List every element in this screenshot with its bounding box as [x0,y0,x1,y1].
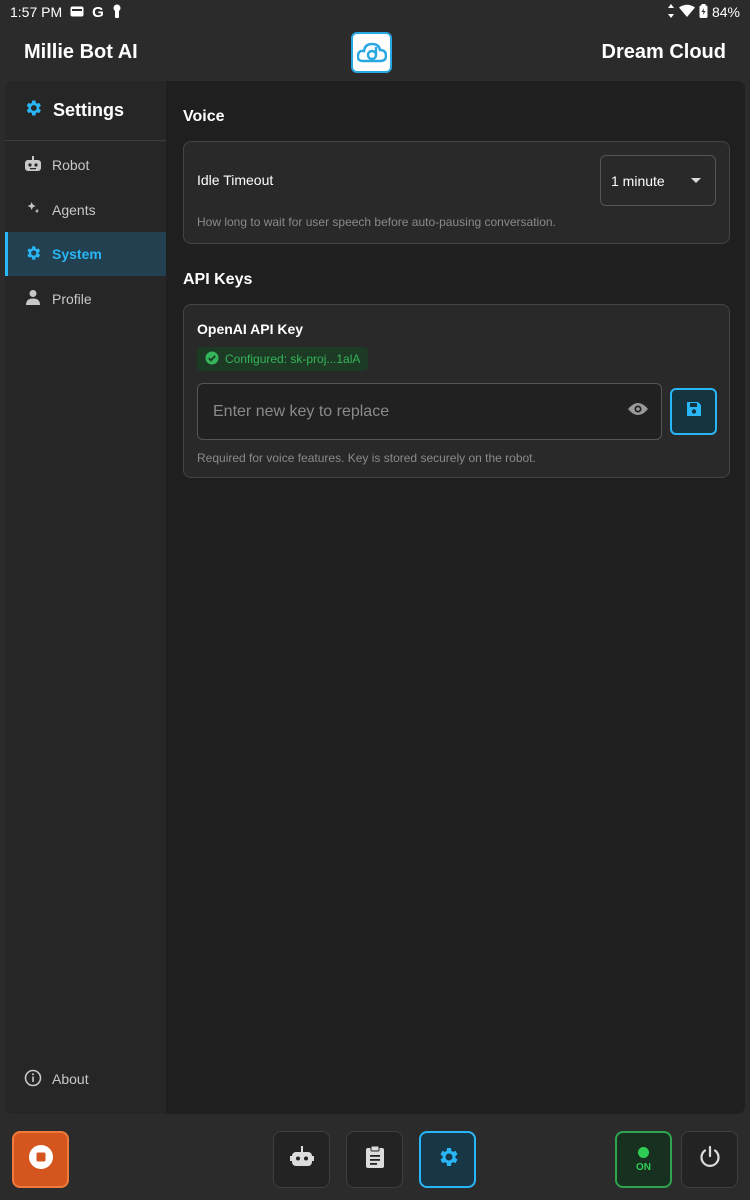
app-title: Millie Bot AI [24,40,138,63]
keyhole-icon [112,4,122,21]
settings-panel: Settings Robot Agents System Profile Abo… [5,81,745,1114]
tasks-nav-button[interactable] [346,1131,403,1188]
api-keys-section-title: API Keys [183,271,253,288]
info-icon [24,1069,42,1090]
agents-icon [24,200,42,219]
data-arrows-icon [667,3,675,21]
on-label: ON [636,1161,651,1173]
robot-status-on-button[interactable]: ON [615,1131,672,1188]
stop-icon [28,1144,54,1175]
robot-nav-button[interactable] [273,1131,330,1188]
sidebar-title: Settings [53,100,125,120]
battery-percent: 84% [711,4,740,20]
eye-icon[interactable] [627,401,649,422]
api-key-field[interactable] [197,383,662,440]
openai-key-label: OpenAI API Key [197,321,304,337]
sidebar-item-system[interactable]: System [5,232,166,276]
sidebar-header: Settings [5,81,166,141]
api-key-input[interactable] [213,402,593,421]
sidebar-item-label: Profile [52,290,92,307]
idle-timeout-help: How long to wait for user speech before … [197,215,556,229]
sidebar-item-label: Agents [52,201,96,218]
check-circle-icon [205,351,219,368]
configured-status: Configured: sk-proj...1alA [225,352,361,366]
google-icon: G [92,3,104,21]
gear-icon [24,244,42,265]
power-icon [698,1145,722,1174]
status-dot-icon [638,1146,649,1158]
settings-sidebar: Settings Robot Agents System Profile Abo… [5,81,166,1114]
idle-timeout-select[interactable]: 1 minute [600,155,716,206]
voice-card: Idle Timeout 1 minute How long to wait f… [183,141,730,244]
idle-timeout-label: Idle Timeout [197,172,274,188]
configured-badge: Configured: sk-proj...1alA [197,347,369,371]
openai-key-card: OpenAI API Key Configured: sk-proj...1al… [183,304,730,478]
sidebar-item-robot[interactable]: Robot [5,143,166,187]
sidebar-item-profile[interactable]: Profile [5,277,166,321]
save-icon [686,401,702,422]
notification-card-icon [70,4,84,20]
app-bar: Millie Bot AI Dream Cloud [0,24,750,80]
robot-icon [289,1146,314,1173]
status-bar-right: 84% [667,3,740,21]
about-label: About [52,1071,89,1087]
gear-icon [23,98,43,123]
sidebar-item-agents[interactable]: Agents [5,188,166,232]
wifi-icon [678,4,695,20]
brand-title: Dream Cloud [601,40,726,63]
sidebar-item-label: System [52,246,102,262]
battery-icon [699,3,708,21]
caret-down-icon [691,178,701,183]
about-link[interactable]: About [5,1064,166,1094]
dream-cloud-logo[interactable] [351,32,392,73]
sidebar-item-label: Robot [52,157,90,173]
status-bar-left: 1:57 PM G [10,4,122,21]
save-key-button[interactable] [670,388,717,435]
status-bar: 1:57 PM G 84% [0,0,750,24]
api-key-help: Required for voice features. Key is stor… [197,451,536,465]
voice-section-title: Voice [183,108,225,125]
power-button[interactable] [681,1131,738,1188]
person-icon [24,289,42,308]
status-time: 1:57 PM [10,4,63,20]
settings-nav-button[interactable] [419,1131,476,1188]
gear-icon [436,1145,460,1174]
stop-button[interactable] [12,1131,69,1188]
bottom-bar: ON [0,1116,750,1200]
clipboard-icon [365,1145,385,1174]
robot-icon [24,155,42,175]
idle-timeout-value: 1 minute [611,172,665,189]
settings-content: Voice Idle Timeout 1 minute How long to … [166,81,745,1114]
